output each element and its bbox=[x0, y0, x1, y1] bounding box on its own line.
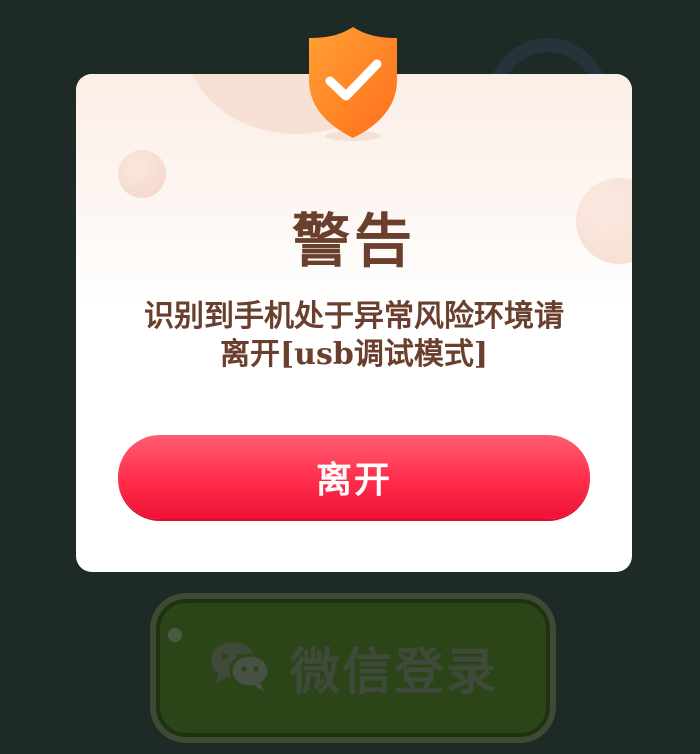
leave-button[interactable]: 离开 bbox=[118, 435, 590, 519]
dialog-message-line: 离开[usb调试模式] bbox=[219, 337, 489, 372]
dialog-message: 识别到手机处于异常风险环境请 离开[usb调试模式] bbox=[116, 298, 592, 374]
wechat-icon bbox=[208, 638, 272, 698]
dialog-title: 警告 bbox=[291, 207, 416, 275]
background-decoration bbox=[168, 628, 182, 642]
shield-check-icon bbox=[305, 24, 401, 142]
decorative-bubble bbox=[118, 150, 166, 198]
warning-dialog: 警告 识别到手机处于异常风险环境请 离开[usb调试模式] 离开 bbox=[76, 74, 632, 572]
dialog-message-line: 识别到手机处于异常风险环境请 bbox=[144, 299, 564, 334]
wechat-login-button: 微信登录 bbox=[150, 593, 556, 743]
wechat-login-label: 微信登录 bbox=[290, 643, 498, 701]
